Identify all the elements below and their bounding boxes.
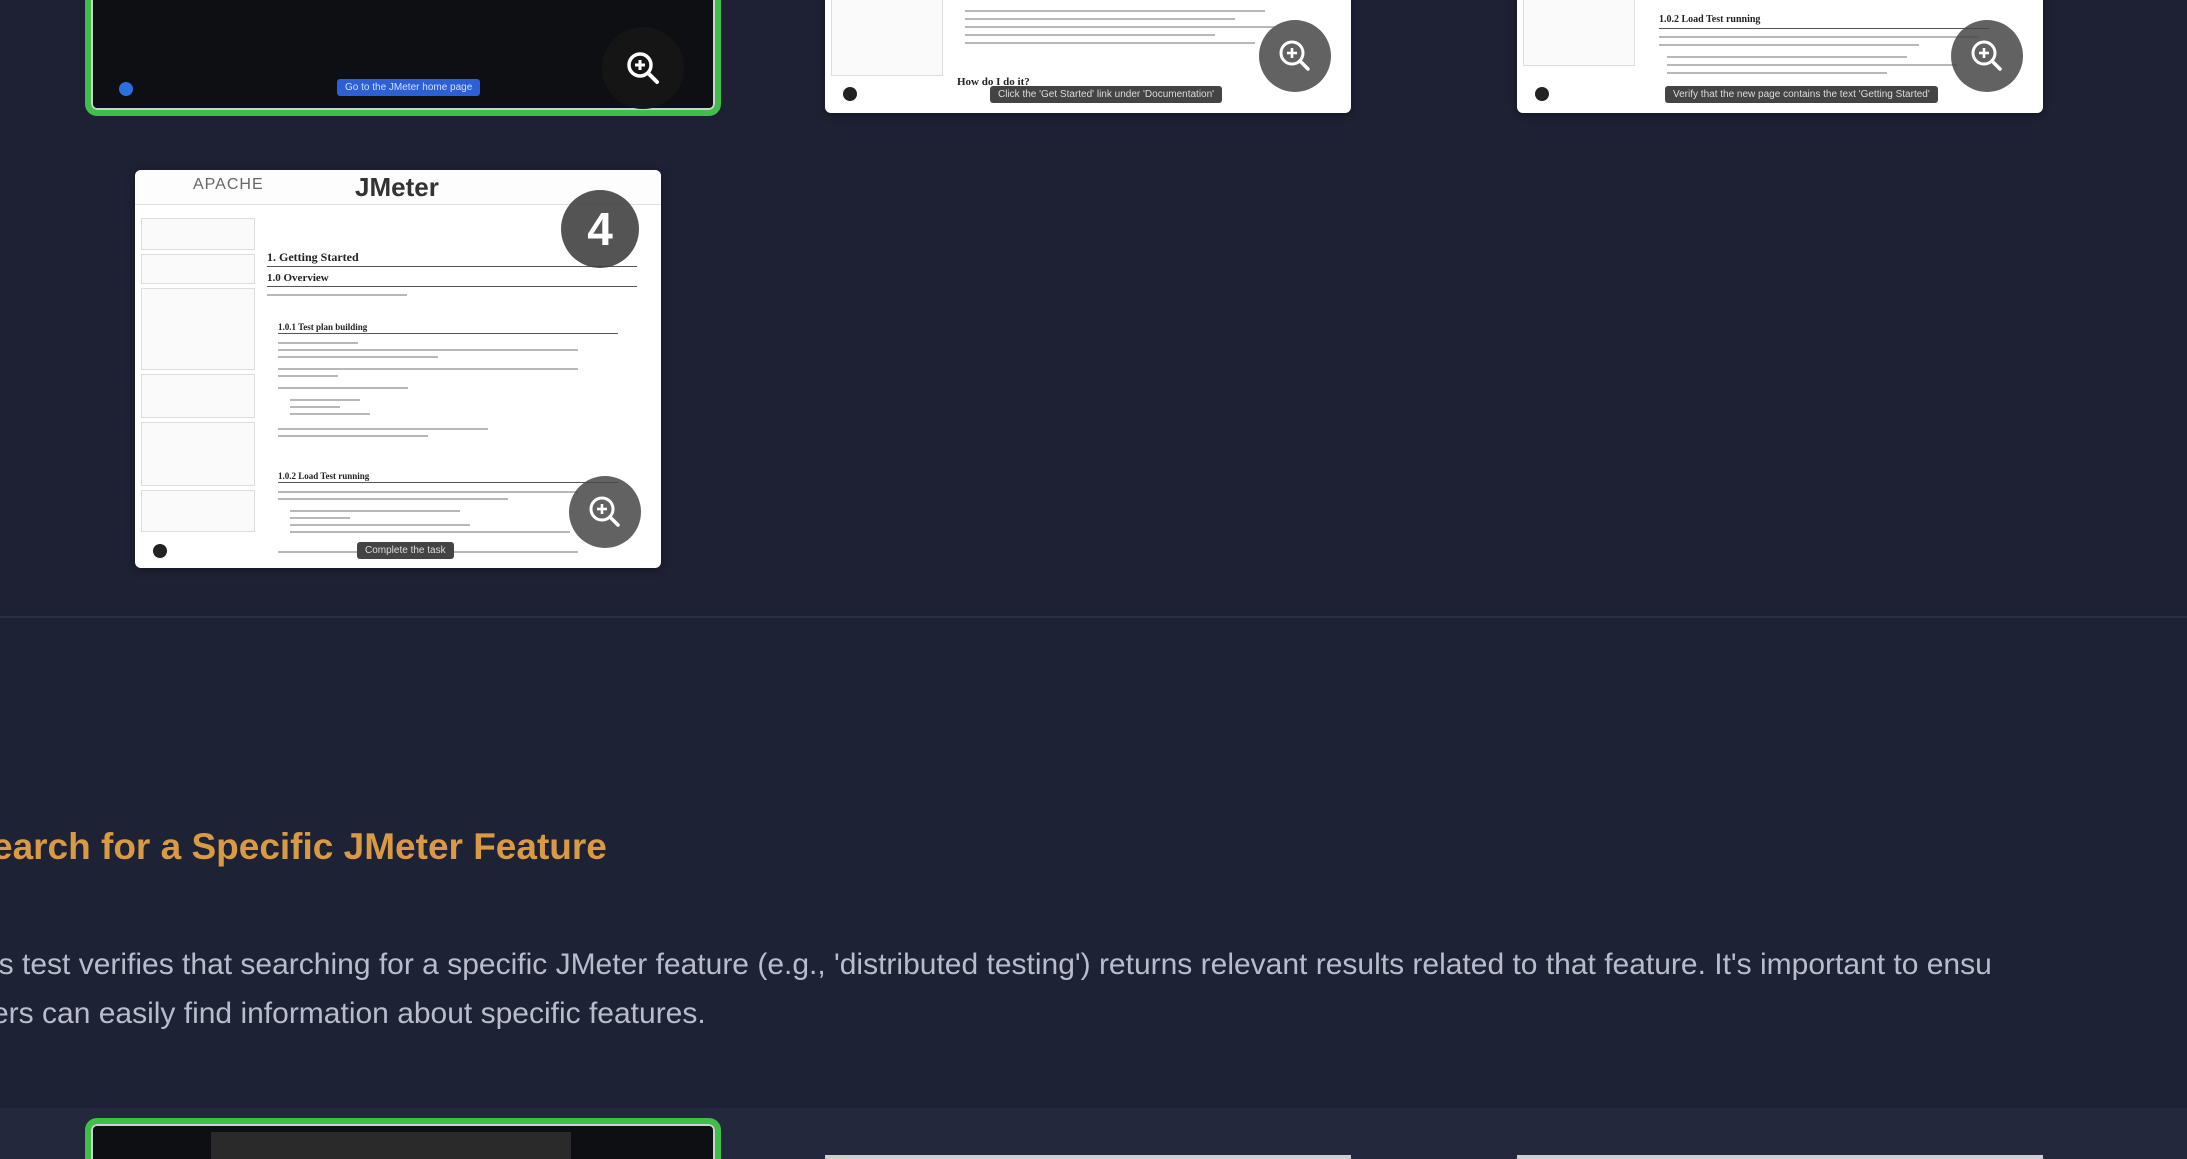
doc-title: 1. Getting Started xyxy=(267,250,359,264)
doc-heading: 1.0.2 Load Test running xyxy=(1659,14,1761,25)
doc-sidebar-section xyxy=(141,374,255,418)
doc-text-line xyxy=(278,387,408,389)
doc-sidebar xyxy=(831,0,943,76)
doc-sidebar-section xyxy=(141,254,255,284)
zoom-button[interactable] xyxy=(1951,20,2023,92)
doc-rule xyxy=(267,286,637,287)
status-dot xyxy=(843,87,857,101)
doc-section-heading: 1.0.2 Load Test running xyxy=(278,471,370,481)
doc-text-line xyxy=(278,342,358,344)
doc-text-line xyxy=(278,356,438,358)
doc-section-heading: 1.0.1 Test plan building xyxy=(278,322,368,332)
zoom-button[interactable] xyxy=(569,476,641,548)
doc-text-line xyxy=(278,349,578,351)
doc-text-line xyxy=(278,428,488,430)
step-1-screenshot[interactable]: How do I do it? Click the 'Get Started' … xyxy=(825,0,1351,113)
jmeter-logo: JMeter xyxy=(355,172,439,202)
doc-rule xyxy=(267,266,637,267)
screenshot-tooltip: Go to the JMeter home page xyxy=(337,79,481,96)
doc-text-line xyxy=(278,498,508,500)
page-canvas: Go to the JMeter home page How do I do i… xyxy=(0,0,2187,1159)
test-case-description: is test verifies that searching for a sp… xyxy=(0,940,2187,1038)
step-4-screenshot[interactable]: APACHE JMeter 1. Getting Started 1.0 Ove… xyxy=(135,170,661,568)
doc-text-line xyxy=(290,524,470,526)
screenshot-tooltip: Click the 'Get Started' link under 'Docu… xyxy=(990,86,1223,103)
status-dot xyxy=(1535,87,1549,101)
doc-sidebar-section xyxy=(141,490,255,532)
doc-text-line xyxy=(290,399,360,401)
doc-text-line xyxy=(965,26,1275,28)
doc-sidebar-section xyxy=(141,422,255,486)
next-step-2-screenshot-edge xyxy=(825,1155,1351,1159)
doc-text-line xyxy=(290,517,350,519)
doc-text-line xyxy=(267,294,407,296)
zoom-button[interactable] xyxy=(1259,20,1331,92)
test-case-title: earch for a Specific JMeter Feature xyxy=(0,826,607,867)
doc-text-line xyxy=(278,368,578,370)
doc-rule xyxy=(278,333,618,334)
doc-text-line xyxy=(1667,64,1957,66)
doc-sidebar-section xyxy=(141,218,255,250)
next-step-1-screenshot[interactable] xyxy=(85,1118,721,1159)
screenshot-tooltip: Complete the task xyxy=(357,542,454,559)
doc-text-line xyxy=(278,491,578,493)
doc-text-line xyxy=(290,413,370,415)
zoom-button[interactable] xyxy=(602,27,684,109)
description-line: is test verifies that searching for a sp… xyxy=(0,948,1992,981)
doc-text-line xyxy=(965,42,1255,44)
status-dot xyxy=(153,544,167,558)
doc-rule xyxy=(1659,28,1989,29)
screenshot-tooltip: Verify that the new page contains the te… xyxy=(1665,86,1938,103)
doc-text-line xyxy=(965,18,1235,20)
step-2-screenshot[interactable]: 1.0.2 Load Test running Verify that the … xyxy=(1517,0,2043,113)
doc-text-line xyxy=(290,510,460,512)
doc-text-line xyxy=(1659,44,1919,46)
apache-logo: APACHE xyxy=(193,176,264,193)
zoom-in-icon xyxy=(1279,40,1310,71)
zoom-in-icon xyxy=(1971,40,2002,71)
doc-rule xyxy=(278,482,618,483)
doc-sidebar xyxy=(1523,0,1635,66)
doc-text-line xyxy=(278,375,338,377)
zoom-in-icon xyxy=(627,52,659,84)
status-dot xyxy=(119,82,133,96)
step-number-badge: 4 xyxy=(561,190,639,268)
doc-text-line xyxy=(965,34,1215,36)
doc-text-line xyxy=(1667,56,1907,58)
dark-panel xyxy=(211,1132,571,1159)
doc-text-line xyxy=(1667,72,1887,74)
doc-text-line xyxy=(290,406,340,408)
doc-text-line xyxy=(290,531,570,533)
section-divider xyxy=(0,616,2187,618)
zoom-in-icon xyxy=(589,496,620,527)
doc-text-line xyxy=(965,10,1265,12)
next-step-3-screenshot-edge xyxy=(1517,1155,2043,1159)
doc-text-line xyxy=(1659,36,1979,38)
description-line: ers can easily find information about sp… xyxy=(0,997,706,1030)
doc-text-line xyxy=(278,435,428,437)
doc-sidebar-section xyxy=(141,288,255,370)
doc-subtitle: 1.0 Overview xyxy=(267,272,329,284)
step-3-screenshot[interactable]: Go to the JMeter home page xyxy=(85,0,721,116)
